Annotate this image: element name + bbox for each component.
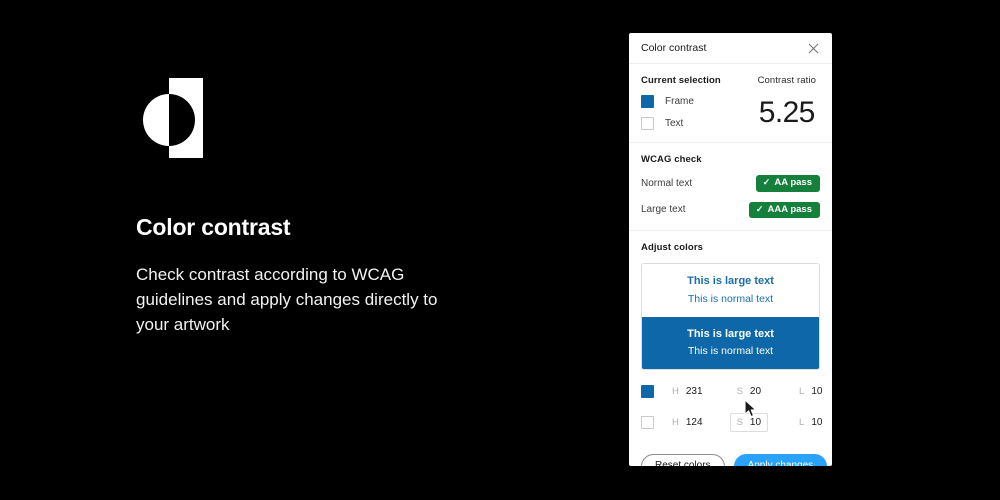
hsl-frame-lum-key: L xyxy=(799,386,805,398)
current-selection-label: Current selection xyxy=(641,75,721,86)
color-contrast-panel: Color contrast Current selection Frame T… xyxy=(629,33,832,466)
apply-changes-button[interactable]: Apply changes xyxy=(733,454,828,466)
adjust-colors-label: Adjust colors xyxy=(641,242,704,253)
frame-color-swatch[interactable] xyxy=(641,95,654,108)
promo-section: Color contrast Check contrast according … xyxy=(136,74,556,337)
close-icon[interactable] xyxy=(804,39,822,57)
reset-colors-button[interactable]: Reset colors xyxy=(641,454,725,466)
preview-band-dark: This is large text This is normal text xyxy=(642,316,819,370)
panel-title: Color contrast xyxy=(641,42,707,54)
wcag-normal-text-label: Normal text xyxy=(641,177,693,189)
preview-dark-normal-text: This is normal text xyxy=(687,345,774,358)
hsl-text-lum-value: 10 xyxy=(811,417,823,429)
contrast-ratio-value: 5.25 xyxy=(758,96,816,129)
status-badge-aa-label: AA pass xyxy=(774,177,812,188)
panel-footer: Reset colors Apply changes xyxy=(629,444,832,466)
hsl-frame-sat-value: 20 xyxy=(749,386,762,398)
preview-band-light: This is large text This is normal text xyxy=(642,264,819,317)
wcag-row-normal-text: Normal text ✓ AA pass xyxy=(641,175,820,192)
hsl-text-lum-field[interactable]: L 10 xyxy=(792,413,829,432)
hsl-text-hue-value: 124 xyxy=(685,417,703,429)
hsl-frame-lum-value: 10 xyxy=(811,386,823,398)
hsl-frame-hue-key: H xyxy=(672,386,679,398)
hsl-text-swatch[interactable] xyxy=(641,416,654,430)
status-badge-aaa: ✓ AAA pass xyxy=(748,201,820,218)
contrast-ratio-label: Contrast ratio xyxy=(757,75,816,86)
selection-section: Current selection Frame Text Contrast ra… xyxy=(629,64,832,143)
wcag-check-section: WCAG check Normal text ✓ AA pass Large t… xyxy=(629,143,832,231)
adjust-colors-section: Adjust colors This is large text This is… xyxy=(629,231,832,444)
preview-dark-large-text: This is large text xyxy=(687,327,774,340)
hsl-frame-sat-field[interactable]: S 20 xyxy=(730,382,768,401)
figma-plugin-logo-mark-icon xyxy=(136,74,214,158)
hsl-text-hue-key: H xyxy=(672,417,679,429)
panel-header: Color contrast xyxy=(629,33,832,64)
selection-item-frame-label: Frame xyxy=(665,96,694,107)
preview-light-normal-text: This is normal text xyxy=(687,292,774,305)
wcag-row-large-text: Large text ✓ AAA pass xyxy=(641,201,820,218)
hsl-text-sat-key: S xyxy=(736,417,743,429)
hsl-row-text: H 124 S 10 L 10 xyxy=(641,413,822,433)
color-preview: This is large text This is normal text T… xyxy=(641,263,820,371)
hsl-frame-lum-field[interactable]: L 10 xyxy=(792,382,829,401)
wcag-large-text-label: Large text xyxy=(641,204,686,216)
selection-item-text-label: Text xyxy=(665,118,684,129)
text-color-swatch[interactable] xyxy=(641,117,654,130)
hsl-text-lum-key: L xyxy=(799,417,805,429)
check-icon: ✓ xyxy=(755,203,764,214)
status-badge-aa: ✓ AA pass xyxy=(755,175,820,192)
contrast-ratio-group: Contrast ratio 5.25 xyxy=(758,75,820,128)
page-title: Color contrast xyxy=(136,214,291,240)
hsl-frame-sat-key: S xyxy=(736,386,743,398)
preview-light-large-text: This is large text xyxy=(687,275,774,287)
hsl-text-sat-field[interactable]: S 10 xyxy=(729,413,769,433)
selection-item-frame[interactable]: Frame xyxy=(641,95,749,108)
hsl-row-frame: H 231 S 20 L 10 xyxy=(641,382,822,401)
check-icon: ✓ xyxy=(762,177,771,188)
current-selection-group: Current selection Frame Text xyxy=(641,75,749,130)
hsl-text-sat-value: 10 xyxy=(749,417,762,429)
page-description: Check contrast according to WCAG guideli… xyxy=(136,264,438,334)
status-badge-aaa-label: AAA pass xyxy=(767,203,812,215)
hsl-frame-swatch[interactable] xyxy=(641,385,654,399)
close-glyph-icon xyxy=(808,43,818,53)
hsl-frame-hue-value: 231 xyxy=(685,386,703,398)
wcag-check-label: WCAG check xyxy=(641,154,702,165)
hsl-frame-hue-field[interactable]: H 231 xyxy=(665,382,710,401)
selection-item-text[interactable]: Text xyxy=(641,117,749,130)
screen-root: Color contrast Check contrast according … xyxy=(0,0,1000,500)
hsl-text-hue-field[interactable]: H 124 xyxy=(665,413,710,432)
